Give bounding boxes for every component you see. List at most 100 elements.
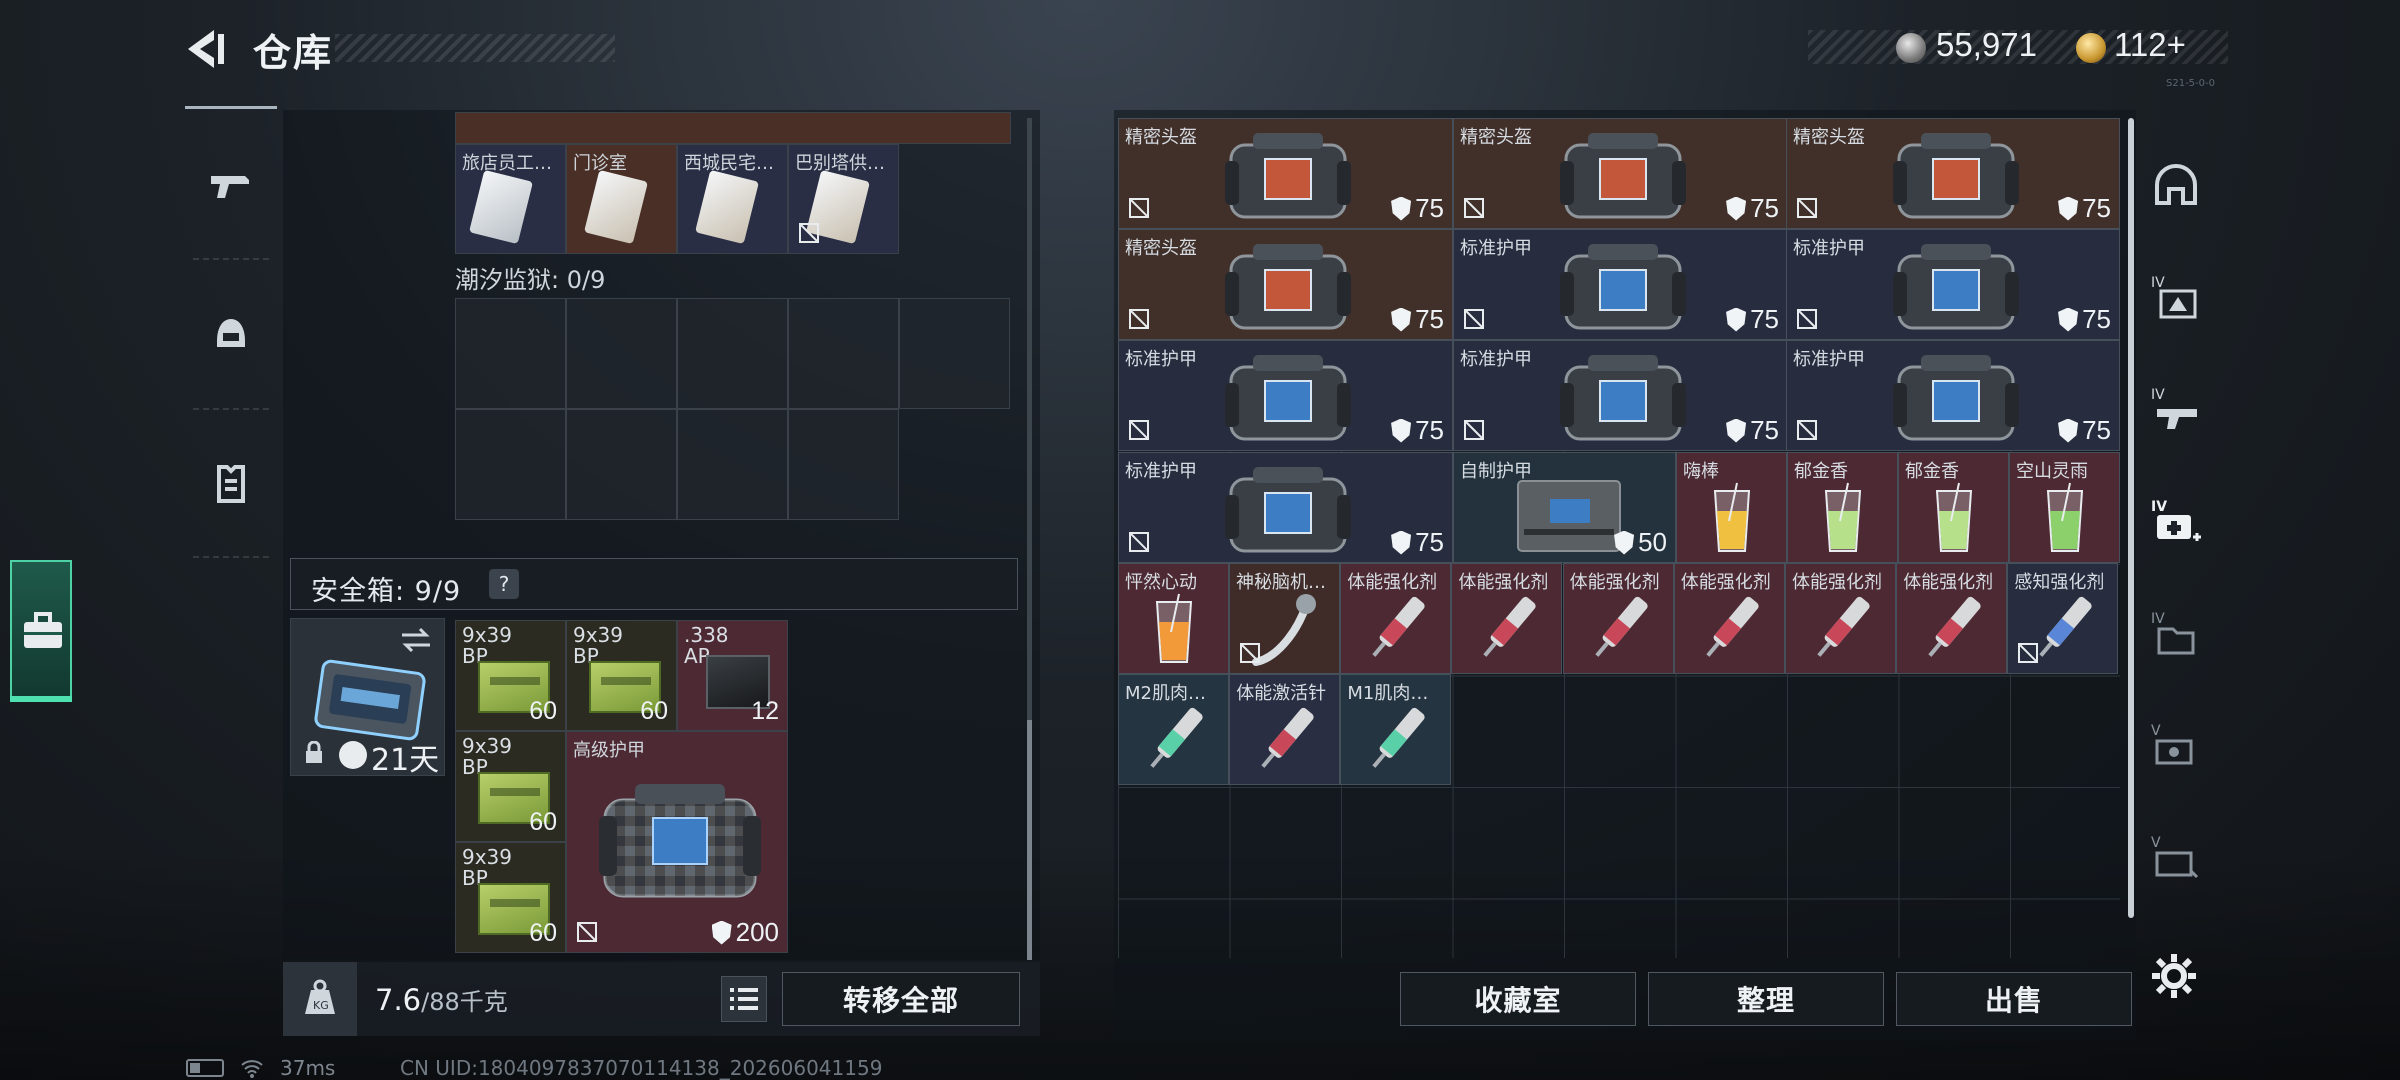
left-nav bbox=[185, 108, 277, 713]
version-tag: S21-5-0-0 bbox=[2166, 78, 2215, 89]
gold-coin-icon bbox=[2076, 33, 2106, 63]
standard-armor-item[interactable]: 标准护甲 75 bbox=[1786, 340, 2120, 451]
keycard-item[interactable]: 门诊室 bbox=[566, 144, 677, 254]
cocktail-glass-icon bbox=[1824, 482, 1862, 552]
tier5-card-icon: V bbox=[2151, 835, 2199, 879]
keycard-item[interactable]: 巴别塔供… bbox=[788, 144, 899, 254]
sell-button[interactable]: 出售 bbox=[1896, 972, 2132, 1026]
stim-item[interactable]: 体能强化剂 bbox=[1785, 563, 1896, 674]
precision-helmet-item[interactable]: 精密头盔 75 bbox=[1786, 118, 2120, 229]
stim-item[interactable]: 体能强化剂 bbox=[1673, 563, 1785, 674]
rnav-tier4-weapon[interactable]: IV bbox=[2140, 354, 2212, 466]
nav-armor[interactable] bbox=[185, 413, 277, 553]
swap-icon[interactable] bbox=[398, 625, 434, 655]
armor-durability: 200 bbox=[711, 917, 779, 948]
empty-slot[interactable] bbox=[455, 409, 566, 520]
ammo-item[interactable]: 9x39 BP 60 bbox=[455, 731, 566, 842]
drink-item[interactable]: 嗨棒 bbox=[1676, 452, 1787, 563]
rnav-tier5-keys[interactable]: V bbox=[2140, 690, 2212, 802]
brain-device-item[interactable]: 神秘脑机… bbox=[1229, 563, 1340, 674]
stim-item[interactable]: 体能强化剂 bbox=[1340, 563, 1452, 674]
ammo-item[interactable]: 9x39 BP 60 bbox=[566, 620, 677, 731]
advanced-armor-item[interactable]: 高级护甲 200 bbox=[566, 731, 788, 953]
empty-slot[interactable] bbox=[899, 298, 1010, 409]
armor-bag-icon bbox=[1225, 355, 1351, 441]
standard-armor-item[interactable]: 标准护甲 75 bbox=[1118, 340, 1453, 451]
safe-case-slot[interactable]: 21天 bbox=[290, 618, 445, 778]
weight-text: 7.6/88千克 bbox=[375, 983, 508, 1017]
ammo-item[interactable]: 9x39 BP 60 bbox=[455, 620, 566, 731]
shield-icon bbox=[2058, 307, 2079, 332]
injector-item[interactable]: M1肌肉… bbox=[1340, 674, 1452, 785]
empty-slot[interactable] bbox=[566, 298, 677, 409]
stim-item[interactable]: 体能强化剂 bbox=[1451, 563, 1563, 674]
drink-item[interactable]: 郁金香 bbox=[1898, 452, 2009, 563]
keycard-item[interactable]: 旅店员工… bbox=[455, 144, 566, 254]
transfer-all-button[interactable]: 转移全部 bbox=[782, 972, 1020, 1026]
standard-armor-item[interactable]: 标准护甲 75 bbox=[1786, 229, 2120, 340]
homemade-armor-icon bbox=[1517, 480, 1621, 552]
rnav-tier4-medical[interactable]: IV bbox=[2140, 466, 2212, 578]
armor-durability: 50 bbox=[1614, 527, 1667, 558]
gold-currency-value[interactable]: 112+ bbox=[2114, 26, 2186, 64]
no-drop-icon bbox=[1240, 643, 1260, 663]
standard-armor-item[interactable]: 标准护甲 75 bbox=[1118, 452, 1453, 563]
empty-slot[interactable] bbox=[455, 298, 566, 409]
empty-slot[interactable] bbox=[788, 298, 899, 409]
helmet-icon bbox=[217, 319, 245, 347]
organize-button[interactable]: 整理 bbox=[1648, 972, 1884, 1026]
collection-room-button[interactable]: 收藏室 bbox=[1400, 972, 1636, 1026]
stim-item[interactable]: 体能强化剂 bbox=[1896, 563, 2008, 674]
briefcase-icon bbox=[24, 612, 62, 648]
injector-item[interactable]: M2肌肉… bbox=[1118, 674, 1229, 785]
help-icon[interactable]: ? bbox=[489, 569, 519, 599]
precision-helmet-item[interactable]: 精密头盔 75 bbox=[1453, 118, 1788, 229]
weight-button[interactable]: KG bbox=[283, 962, 357, 1036]
empty-slot[interactable] bbox=[788, 409, 899, 520]
rnav-tier4-armor[interactable]: IV bbox=[2140, 242, 2212, 354]
rnav-tier4-docs[interactable]: IV bbox=[2140, 578, 2212, 690]
gear-icon[interactable] bbox=[2150, 952, 2198, 1000]
injector-item[interactable]: 体能激活针 bbox=[1229, 674, 1341, 785]
rnav-helmet-filter[interactable] bbox=[2140, 130, 2212, 242]
empty-slot[interactable] bbox=[677, 409, 788, 520]
armor-bag-icon bbox=[1560, 244, 1686, 330]
standard-armor-item[interactable]: 标准护甲 75 bbox=[1453, 340, 1788, 451]
precision-helmet-item[interactable]: 精密头盔 75 bbox=[1118, 118, 1453, 229]
weight-icon: KG bbox=[305, 979, 335, 1014]
ammo-item[interactable]: .338 AP 12 bbox=[677, 620, 788, 731]
keycard-icon bbox=[695, 169, 759, 245]
shield-icon bbox=[711, 920, 732, 945]
shield-icon bbox=[2058, 418, 2079, 443]
homemade-armor-item[interactable]: 自制护甲 50 bbox=[1453, 452, 1676, 563]
safe-case-days: 21天 bbox=[371, 743, 440, 778]
nav-helmet[interactable] bbox=[185, 265, 277, 405]
list-view-button[interactable] bbox=[721, 976, 767, 1022]
rnav-tier5-cards[interactable]: V bbox=[2140, 802, 2212, 914]
precision-helmet-item[interactable]: 精密头盔 75 bbox=[1118, 229, 1453, 340]
no-drop-icon bbox=[2018, 643, 2039, 663]
nav-weapon[interactable] bbox=[185, 116, 277, 256]
helmet-filter-icon bbox=[2155, 164, 2197, 205]
drink-item[interactable]: 怦然心动 bbox=[1118, 563, 1229, 674]
standard-armor-item[interactable]: 标准护甲 75 bbox=[1453, 229, 1788, 340]
back-arrow-icon[interactable] bbox=[182, 26, 228, 72]
no-drop-icon bbox=[1464, 420, 1484, 440]
empty-slot[interactable] bbox=[677, 298, 788, 409]
right-scrollbar[interactable] bbox=[2128, 118, 2134, 918]
stim-item[interactable]: 感知强化剂 bbox=[2007, 563, 2119, 674]
empty-slot[interactable] bbox=[566, 409, 677, 520]
ping-text: 37ms bbox=[280, 1056, 336, 1080]
shield-icon bbox=[1614, 530, 1635, 555]
keycard-item[interactable]: 西城民宅… bbox=[677, 144, 788, 254]
title-stripe-decoration bbox=[335, 34, 615, 62]
syringe-icon bbox=[1817, 596, 1870, 657]
drink-item[interactable]: 空山灵雨 bbox=[2009, 452, 2120, 563]
stim-item[interactable]: 体能强化剂 bbox=[1562, 563, 1674, 674]
left-scrollbar-thumb[interactable] bbox=[1027, 720, 1032, 960]
drink-item[interactable]: 郁金香 bbox=[1787, 452, 1898, 563]
shield-icon bbox=[2058, 196, 2079, 221]
nav-safebox[interactable] bbox=[10, 560, 72, 702]
shield-icon bbox=[1391, 196, 1412, 221]
ammo-item[interactable]: 9x39 BP 60 bbox=[455, 842, 566, 953]
